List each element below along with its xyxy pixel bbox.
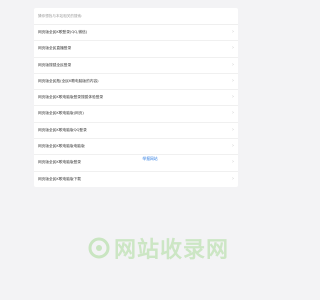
chevron-right-icon: › (232, 45, 234, 52)
chevron-right-icon: › (232, 143, 234, 150)
list-item-label: 网页版搜狐全民登录 (38, 62, 72, 67)
list-item[interactable]: 网页版全民直播登录 › (34, 41, 238, 58)
list-item[interactable]: 网页版全民K歌电脑版QQ登录 › (34, 123, 238, 140)
chevron-right-icon: › (232, 77, 234, 84)
list-item-label: 网页版全民K歌电脑版QQ登录 (38, 127, 87, 132)
list-item[interactable]: 网页版全民K歌电脑版电脑版 › (34, 139, 238, 156)
chevron-right-icon: › (232, 94, 234, 101)
list-item[interactable]: 网页版全民K歌电脑版登录搜狐体验登录 › (34, 90, 238, 107)
list-item[interactable]: 网页版全民K歌登录(QQ,微信) › (34, 25, 238, 42)
chevron-right-icon: › (232, 175, 234, 182)
list-item-label: 网页版全民K歌电脑版电脑版 (38, 144, 85, 149)
list-item-label: 网页版全民瓶(全民K歌电脑版的内容) (38, 78, 99, 83)
watermark: 网站收录网 (88, 232, 229, 264)
list-item-label: 网页版全民K歌电脑版(网页) (38, 111, 84, 116)
list-item[interactable]: 网页版全民K歌电脑版(网页) › (34, 106, 238, 123)
list-item[interactable]: 网页版全民瓶(全民K歌电脑版的内容) › (34, 74, 238, 91)
list-item-label: 网页版全民K歌电脑版下载 (38, 176, 81, 181)
watermark-logo-icon (88, 237, 110, 259)
chevron-right-icon: › (232, 61, 234, 68)
list-item[interactable]: 网页版搜狐全民登录 › (34, 58, 238, 74)
watermark-text: 网站收录网 (114, 238, 230, 263)
report-site-link[interactable]: 举报网站 (0, 156, 300, 162)
related-search-list: 网页版全民K歌登录(QQ,微信) › 网页版全民直播登录 › 网页版搜狐全民登录 › … (34, 25, 238, 187)
chevron-right-icon: › (232, 29, 234, 35)
chevron-right-icon: › (232, 110, 234, 117)
card-header: 猜你想找与本站相关的搜索: (34, 8, 238, 25)
list-item-label: 网页版全民直播登录 (38, 46, 72, 51)
chevron-right-icon: › (232, 126, 234, 133)
list-item-label: 网页版全民K歌电脑版登录搜狐体验登录 (38, 95, 104, 100)
list-item[interactable]: 网页版全民K歌电脑版下载 › (34, 172, 238, 187)
list-item-label: 网页版全民K歌登录(QQ,微信) (38, 30, 88, 34)
